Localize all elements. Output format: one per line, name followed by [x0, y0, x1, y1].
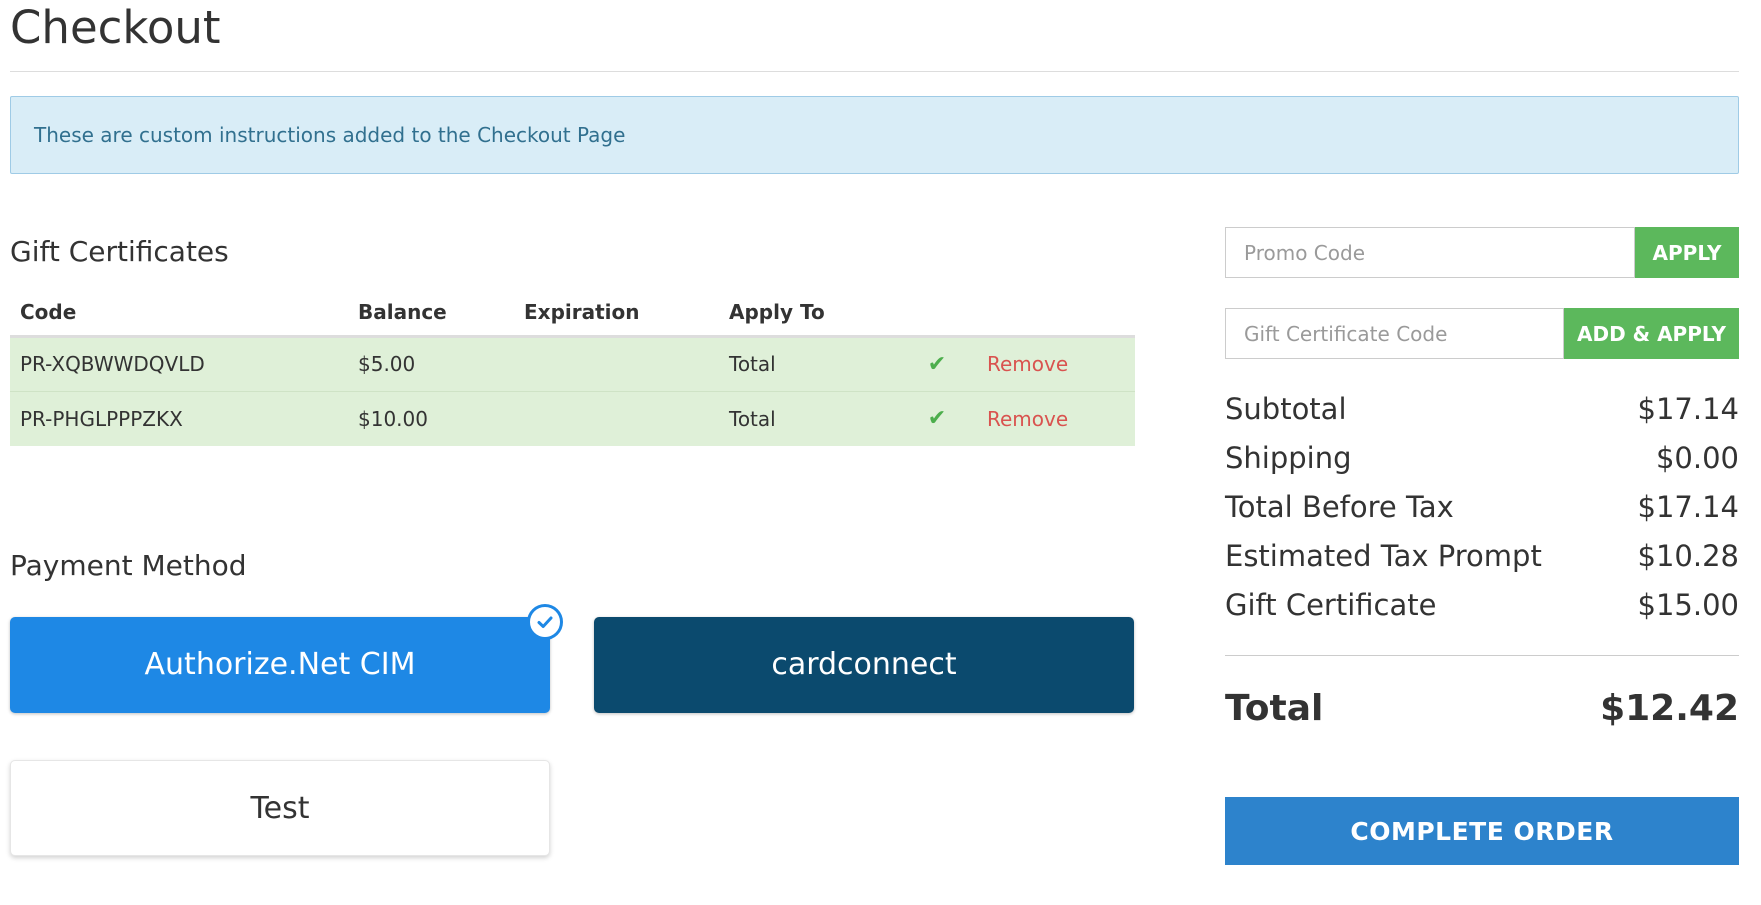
payment-method-heading: Payment Method: [10, 549, 247, 582]
check-icon: ✔: [927, 406, 947, 432]
summary-label: Total Before Tax: [1225, 490, 1454, 524]
certificate-code: PR-XQBWWDQVLD: [10, 335, 348, 391]
table-row: PR-XQBWWDQVLD $5.00 Total ✔ Remove: [10, 335, 1135, 391]
apply-promo-button[interactable]: APPLY: [1635, 227, 1739, 278]
remove-link[interactable]: Remove: [987, 352, 1068, 376]
summary-label: Subtotal: [1225, 392, 1347, 426]
remove-link[interactable]: Remove: [987, 407, 1068, 431]
certificate-expiration: [514, 335, 719, 391]
total-label: Total: [1225, 688, 1324, 729]
payment-option-cardconnect[interactable]: cardconnect: [594, 617, 1134, 713]
summary-label: Estimated Tax Prompt: [1225, 539, 1542, 573]
column-header-action: [977, 290, 1135, 338]
table-row: PR-PHGLPPPZKX $10.00 Total ✔ Remove: [10, 390, 1135, 446]
table-header-row: Code Balance Expiration Apply To: [10, 290, 1135, 338]
column-header-expiration: Expiration: [514, 290, 719, 338]
summary-value: $17.14: [1637, 392, 1739, 426]
summary-label: Gift Certificate: [1225, 588, 1437, 622]
column-header-apply-to: Apply To: [719, 290, 887, 338]
column-header-code: Code: [10, 290, 348, 338]
certificate-expiration: [514, 390, 719, 446]
summary-row-subtotal: Subtotal $17.14: [1225, 392, 1739, 432]
summary-value: $17.14: [1637, 490, 1739, 524]
page-title: Checkout: [10, 1, 221, 54]
title-divider: [10, 71, 1739, 72]
gift-certificates-heading: Gift Certificates: [10, 235, 229, 268]
certificate-action: Remove: [977, 335, 1135, 391]
summary-row-total-before-tax: Total Before Tax $17.14: [1225, 490, 1739, 530]
complete-order-button[interactable]: COMPLETE ORDER: [1225, 797, 1739, 865]
summary-row-shipping: Shipping $0.00: [1225, 441, 1739, 481]
payment-option-test[interactable]: Test: [10, 760, 550, 856]
summary-row-gift-certificate: Gift Certificate $15.00: [1225, 588, 1739, 628]
summary-value: $10.28: [1637, 539, 1739, 573]
add-apply-gift-button[interactable]: ADD & APPLY: [1564, 308, 1739, 359]
certificate-status: ✔: [887, 335, 977, 391]
promo-code-input[interactable]: [1225, 227, 1635, 278]
total-value: $12.42: [1600, 688, 1739, 729]
certificate-apply-to: Total: [719, 335, 887, 391]
summary-value: $0.00: [1655, 441, 1739, 475]
gift-certificate-code-group: ADD & APPLY: [1225, 308, 1739, 359]
gift-certificates-table: Code Balance Expiration Apply To PR-XQBW…: [10, 290, 1135, 446]
certificate-apply-to: Total: [719, 390, 887, 446]
summary-row-estimated-tax: Estimated Tax Prompt $10.28: [1225, 539, 1739, 579]
certificate-status: ✔: [887, 390, 977, 446]
order-total: Total $12.42: [1225, 688, 1739, 736]
column-header-status: [887, 290, 977, 338]
promo-code-group: APPLY: [1225, 227, 1739, 278]
summary-label: Shipping: [1225, 441, 1352, 475]
instructions-alert: These are custom instructions added to t…: [10, 96, 1739, 174]
certificate-balance: $10.00: [348, 390, 514, 446]
summary-value: $15.00: [1637, 588, 1739, 622]
checkout-page: Checkout These are custom instructions a…: [0, 0, 1761, 905]
check-icon: ✔: [927, 351, 947, 377]
gift-certificate-code-input[interactable]: [1225, 308, 1564, 359]
column-header-balance: Balance: [348, 290, 514, 338]
circle-check-icon: [527, 604, 563, 640]
summary-divider: [1225, 655, 1739, 656]
certificate-balance: $5.00: [348, 335, 514, 391]
payment-option-authorize-net-cim[interactable]: Authorize.Net CIM: [10, 617, 550, 713]
certificate-action: Remove: [977, 390, 1135, 446]
certificate-code: PR-PHGLPPPZKX: [10, 390, 348, 446]
